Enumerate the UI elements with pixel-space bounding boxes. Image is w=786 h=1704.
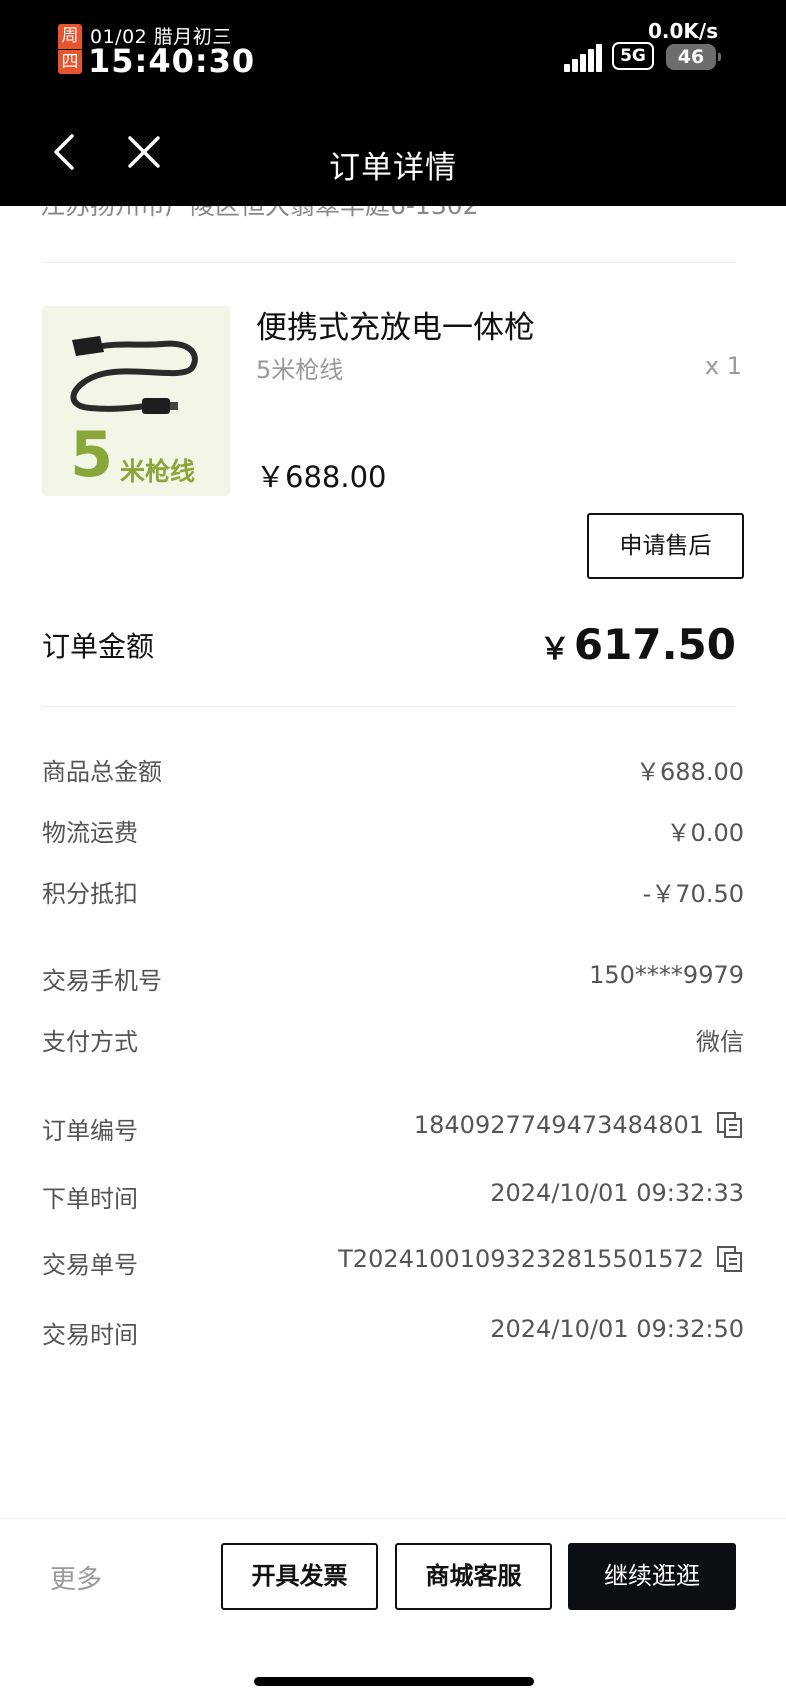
network-speed: 0.0K/s [648, 19, 719, 43]
detail-value: 微信 [696, 1028, 744, 1056]
battery-icon: 46 [666, 44, 721, 70]
detail-row-order-time: 下单时间 2024/10/01 09:32:33 [42, 1179, 744, 1219]
detail-row-order-number: 订单编号 1840927749473484801 [42, 1111, 744, 1151]
detail-value: ￥688.00 [636, 758, 744, 786]
product-name[interactable]: 便携式充放电一体枪 [256, 302, 535, 347]
detail-row-transaction-number: 交易单号 T202410010932328155015​72 [42, 1245, 744, 1285]
detail-value: T202410010932328155015​72 [338, 1245, 704, 1273]
currency-symbol: ￥ [539, 632, 570, 667]
signal-icon [564, 44, 602, 72]
address-text: 江苏扬州市广陵区恒大翡翠华庭6-1302 [40, 206, 479, 220]
customer-service-button[interactable]: 商城客服 [395, 1543, 552, 1610]
thumb-text: 米枪线 [120, 457, 196, 486]
network-type-badge: 5G [612, 42, 654, 70]
weekday-bottom: 四 [58, 49, 82, 74]
product-spec: 5米枪线 [256, 356, 344, 384]
order-total-amount: 617.50 [573, 620, 736, 669]
detail-label: 交易时间 [42, 1321, 138, 1349]
detail-row-phone: 交易手机号 150****9979 [42, 961, 744, 1001]
detail-label: 下单时间 [42, 1185, 138, 1213]
detail-label: 物流运费 [42, 819, 138, 847]
detail-value: ￥0.00 [666, 819, 744, 847]
detail-label: 积分抵扣 [42, 880, 138, 908]
detail-row-shipping: 物流运费 ￥0.00 [42, 813, 744, 853]
copy-icon[interactable] [716, 1111, 744, 1139]
continue-shopping-button[interactable]: 继续逛逛 [568, 1543, 736, 1610]
copy-icon[interactable] [716, 1245, 744, 1273]
bottom-bar-divider [0, 1518, 786, 1519]
status-time: 15:40:30 [88, 42, 256, 80]
detail-value: -￥70.50 [642, 880, 744, 908]
page-title: 订单详情 [329, 150, 457, 186]
more-button[interactable]: 更多 [50, 1559, 102, 1596]
address-clipped: 江苏扬州市广陵区恒大翡翠华庭6-1302 [40, 206, 720, 220]
detail-value: 150****9979 [589, 961, 744, 989]
after-sale-button[interactable]: 申请售后 [587, 513, 744, 579]
invoice-button[interactable]: 开具发票 [221, 1543, 378, 1610]
detail-value: 2024/10/01 09:32:50 [490, 1315, 744, 1343]
detail-row-payment: 支付方式 微信 [42, 1022, 744, 1062]
detail-label: 交易手机号 [42, 967, 162, 995]
detail-value: 2024/10/01 09:32:33 [490, 1179, 744, 1207]
status-bar: 周 四 01/02 腊月初三 15:40:30 0.0K/s 5G 46 [0, 0, 786, 98]
home-indicator [254, 1677, 534, 1686]
detail-row-transaction-time: 交易时间 2024/10/01 09:32:50 [42, 1315, 744, 1355]
product-quantity: x 1 [704, 352, 742, 380]
weekday-badge: 周 四 [58, 24, 82, 74]
product-thumbnail[interactable]: 5 米枪线 [42, 306, 230, 496]
detail-label: 支付方式 [42, 1028, 138, 1056]
product-price: ￥688.00 [256, 460, 387, 494]
thumb-number: 5 [70, 418, 114, 491]
divider [42, 262, 736, 263]
detail-value: 1840927749473484801 [413, 1111, 704, 1139]
detail-row-goods-total: 商品总金额 ￥688.00 [42, 752, 744, 792]
divider [42, 706, 736, 707]
detail-label: 交易单号 [42, 1251, 138, 1279]
detail-row-points: 积分抵扣 -￥70.50 [42, 874, 744, 914]
order-total-value: ￥617.50 [540, 620, 736, 669]
charging-cable-image [70, 336, 198, 414]
weekday-top: 周 [58, 24, 82, 49]
detail-label: 订单编号 [42, 1117, 138, 1145]
detail-label: 商品总金额 [42, 758, 162, 786]
order-total-label: 订单金额 [42, 630, 155, 663]
nav-bar: 订单详情 [0, 98, 786, 206]
